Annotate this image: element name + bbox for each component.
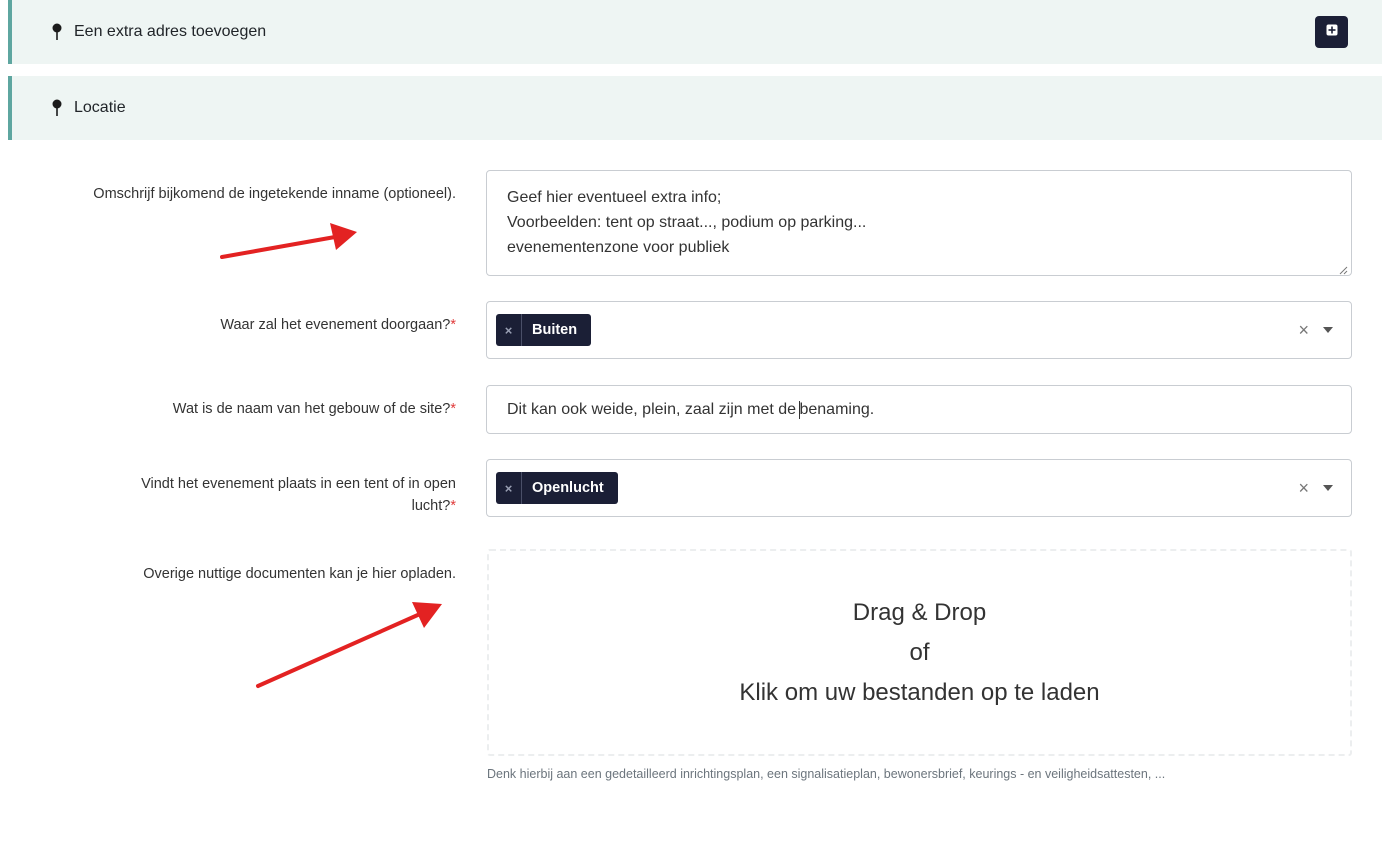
required-mark: * xyxy=(450,401,456,417)
waar-label: Waar zal het evenement doorgaan?* xyxy=(36,314,456,336)
clear-selection-button[interactable]: × xyxy=(1298,478,1309,499)
naam-label: Wat is de naam van het gebouw of de site… xyxy=(36,398,456,420)
omschrijving-textarea[interactable]: Geef hier eventueel extra info; Voorbeel… xyxy=(486,170,1352,276)
section-locatie[interactable]: Locatie xyxy=(8,76,1382,140)
naam-input-text-after: benaming. xyxy=(799,400,875,418)
tag-label: Buiten xyxy=(532,322,578,338)
waar-select[interactable]: × Buiten × xyxy=(486,301,1352,359)
clear-selection-button[interactable]: × xyxy=(1298,320,1309,341)
required-mark: * xyxy=(450,498,456,514)
map-pin-icon xyxy=(50,97,64,119)
documenten-label: Overige nuttige documenten kan je hier o… xyxy=(143,566,456,582)
selected-tag-buiten: × Buiten xyxy=(496,314,592,346)
chevron-down-icon[interactable] xyxy=(1323,485,1333,491)
file-dropzone[interactable]: Drag & Drop of Klik om uw bestanden op t… xyxy=(487,549,1352,756)
required-mark: * xyxy=(450,317,456,333)
section-title: Locatie xyxy=(74,99,126,116)
waar-label-text: Waar zal het evenement doorgaan? xyxy=(220,317,451,333)
tag-remove-button[interactable]: × xyxy=(496,472,522,504)
section-title: Een extra adres toevoegen xyxy=(74,23,267,40)
annotation-arrow-icon xyxy=(256,602,442,688)
tag-remove-button[interactable]: × xyxy=(496,314,522,346)
chevron-down-icon[interactable] xyxy=(1323,327,1333,333)
plus-square-icon xyxy=(1326,23,1338,41)
selected-tag-openlucht: × Openlucht xyxy=(496,472,618,504)
tent-label-line2: lucht? xyxy=(411,498,451,514)
naam-label-text: Wat is de naam van het gebouw of de site… xyxy=(172,401,451,417)
documenten-help-text: Denk hierbij aan een gedetailleerd inric… xyxy=(487,767,1166,781)
section-extra-address[interactable]: Een extra adres toevoegen xyxy=(8,0,1382,64)
map-pin-icon xyxy=(50,21,64,43)
tent-select[interactable]: × Openlucht × xyxy=(486,459,1352,517)
tag-label: Openlucht xyxy=(532,480,604,496)
annotation-arrow-icon xyxy=(220,223,357,259)
omschrijving-label: Omschrijf bijkomend de ingetekende innam… xyxy=(93,186,456,202)
naam-input-text-before: Dit kan ook weide, plein, zaal zijn met … xyxy=(507,400,801,418)
resize-grip-icon[interactable] xyxy=(1338,262,1348,280)
naam-input[interactable]: Dit kan ook weide, plein, zaal zijn met … xyxy=(486,385,1352,434)
add-address-button[interactable] xyxy=(1315,16,1348,48)
dropzone-title: Drag & Drop xyxy=(852,598,987,626)
tent-label: Vindt het evenement plaats in een tent o… xyxy=(36,473,456,517)
dropzone-instruction: Klik om uw bestanden op te laden xyxy=(739,678,1100,706)
dropzone-or: of xyxy=(909,638,930,666)
tent-label-line1: Vindt het evenement plaats in een tent o… xyxy=(141,476,456,492)
